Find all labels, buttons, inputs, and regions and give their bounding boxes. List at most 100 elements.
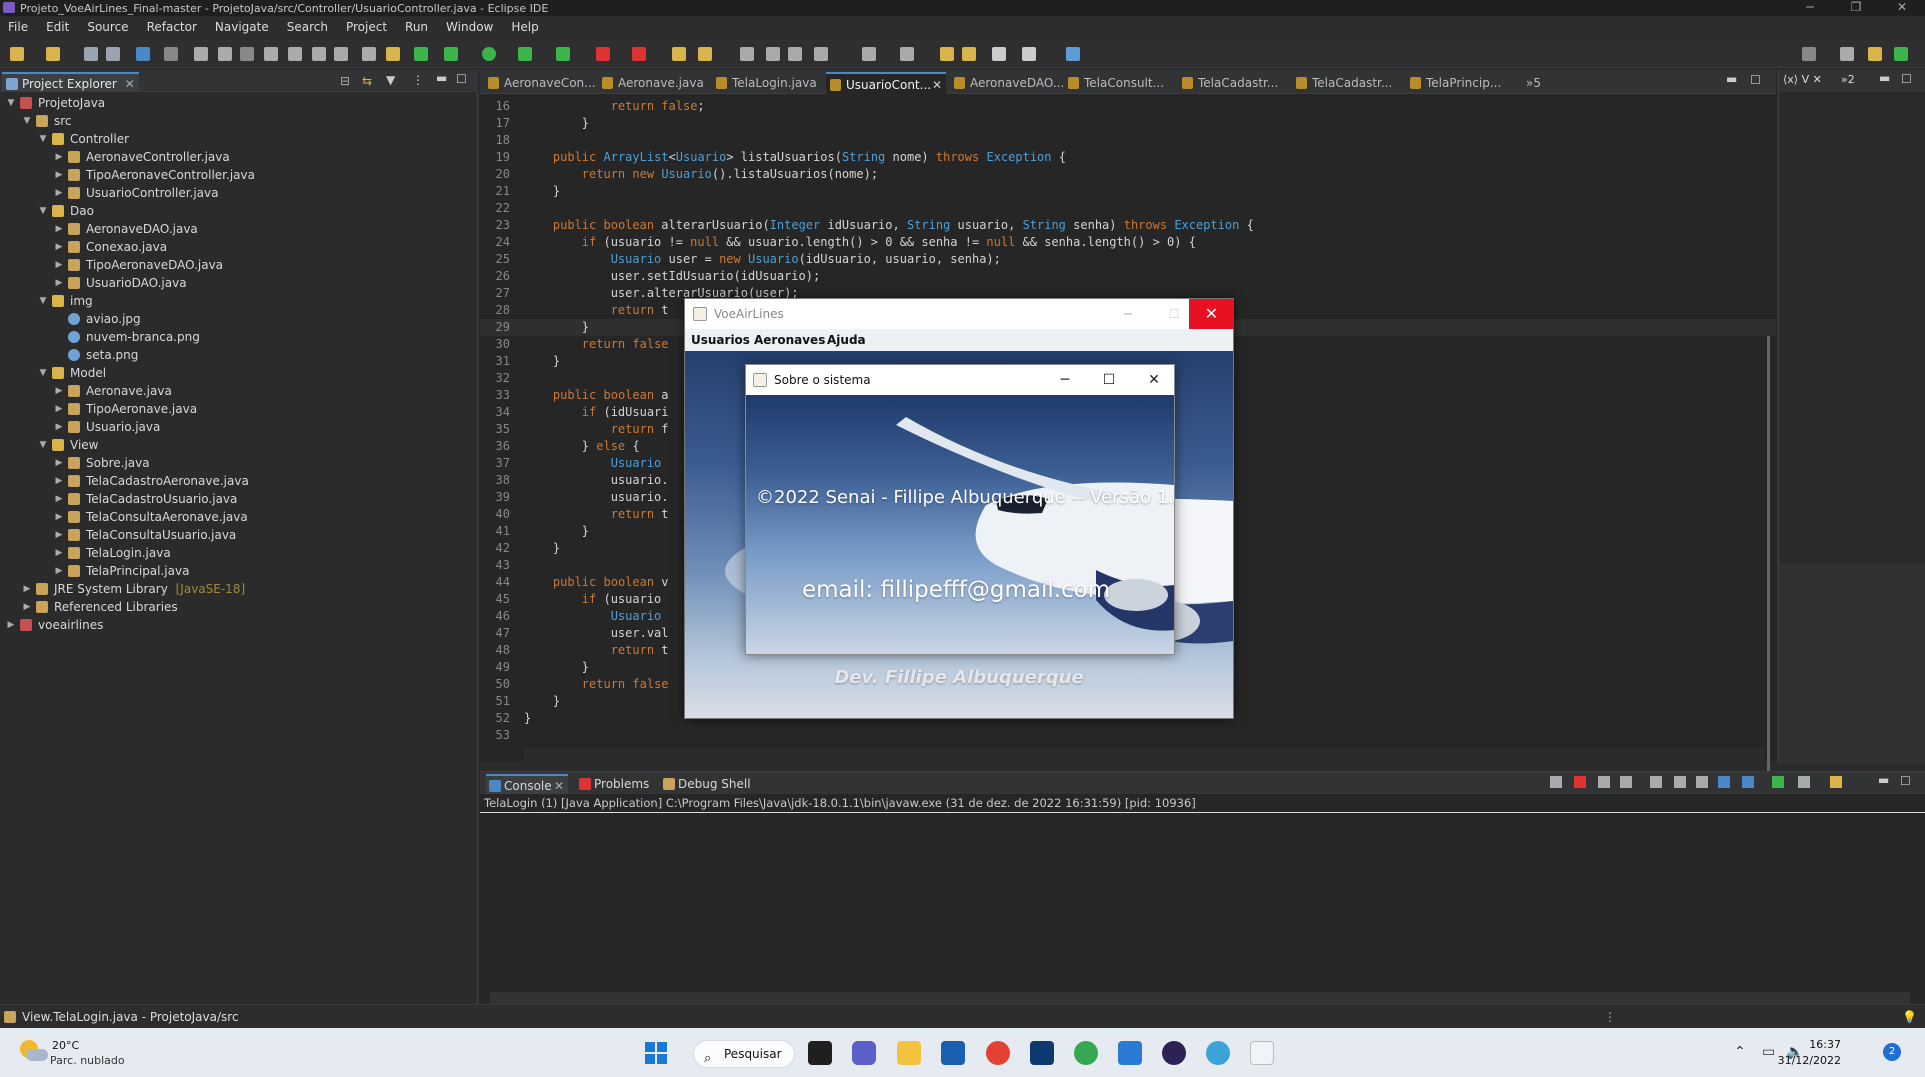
tray-chevron-icon[interactable]: ⌃: [1734, 1044, 1746, 1060]
tree-item[interactable]: ▶ JRE System Library [JavaSE-18]: [0, 580, 478, 598]
next-annotation-icon[interactable]: [862, 47, 876, 61]
minimize-view-icon[interactable]: ▬: [1879, 71, 1890, 85]
expand-arrow-icon[interactable]: ▶: [54, 562, 64, 580]
notification-badge[interactable]: 2: [1883, 1043, 1901, 1061]
tree-item[interactable]: ▶ TelaCadastroUsuario.java: [0, 490, 478, 508]
tree-item[interactable]: ▶ AeronaveDAO.java: [0, 220, 478, 238]
tree-item[interactable]: ▶ Usuario.java: [0, 418, 478, 436]
collapse-arrow-icon[interactable]: ▼: [38, 292, 48, 310]
expand-arrow-icon[interactable]: ▶: [54, 490, 64, 508]
eclipse-taskbar-icon[interactable]: [1162, 1041, 1186, 1065]
menu-search[interactable]: Search: [279, 20, 338, 34]
expand-arrow-icon[interactable]: ▶: [22, 598, 32, 616]
expand-arrow-icon[interactable]: ▶: [54, 472, 64, 490]
pilcrow-icon[interactable]: [814, 47, 828, 61]
start-button[interactable]: [645, 1042, 667, 1064]
close-icon[interactable]: ✕: [554, 776, 564, 796]
expand-arrow-icon[interactable]: ▶: [54, 400, 64, 418]
maximize-view-icon[interactable]: ☐: [1900, 774, 1911, 788]
java-perspective-icon[interactable]: [1868, 47, 1882, 61]
tab-debug-shell[interactable]: Debug Shell: [660, 774, 760, 794]
editor-tab[interactable]: TelaCadastr...: [1292, 72, 1402, 94]
editor-tab[interactable]: TelaConsult...: [1064, 72, 1174, 94]
expand-arrow-icon[interactable]: ▶: [54, 184, 64, 202]
tree-item[interactable]: ▼ View: [0, 436, 478, 454]
expand-arrow-icon[interactable]: ▶: [54, 418, 64, 436]
collapse-arrow-icon[interactable]: ▼: [38, 202, 48, 220]
scroll-lock-icon[interactable]: [1674, 776, 1686, 788]
resume-icon[interactable]: [194, 47, 208, 61]
open-task-icon[interactable]: [698, 47, 712, 61]
menu-source[interactable]: Source: [79, 20, 138, 34]
chrome-icon[interactable]: [986, 1041, 1010, 1065]
pin-console-icon[interactable]: [1550, 776, 1562, 788]
taskbar-search[interactable]: ⌕ Pesquisar: [693, 1040, 795, 1068]
display-selected-console-icon[interactable]: [1798, 776, 1810, 788]
editor-tab[interactable]: Aeronave.java: [598, 72, 708, 94]
suspend-icon[interactable]: [218, 47, 232, 61]
close-button[interactable]: ✕: [1139, 365, 1169, 395]
close-icon[interactable]: ✕: [932, 74, 942, 96]
tree-item[interactable]: ▼ Dao: [0, 202, 478, 220]
menu-usuarios[interactable]: Usuarios: [691, 329, 750, 351]
scrollbar-thumb[interactable]: [1767, 336, 1770, 806]
notepad-icon[interactable]: [1118, 1041, 1142, 1065]
minimize-view-icon[interactable]: ▬: [1878, 773, 1889, 787]
tree-item[interactable]: ▶ Sobre.java: [0, 454, 478, 472]
expand-arrow-icon[interactable]: ▶: [54, 454, 64, 472]
maximize-view-icon[interactable]: ☐: [1750, 73, 1761, 87]
editor-tab[interactable]: TelaCadastr...: [1178, 72, 1288, 94]
tree-item[interactable]: ▶ TelaLogin.java: [0, 544, 478, 562]
tree-item[interactable]: ▼ src: [0, 112, 478, 130]
clear-console-icon[interactable]: [1650, 776, 1662, 788]
editor-tab[interactable]: UsuarioCont... ✕: [826, 72, 946, 94]
menu-ajuda[interactable]: Ajuda: [827, 329, 866, 351]
menu-project[interactable]: Project: [338, 20, 397, 34]
collapse-arrow-icon[interactable]: ▼: [22, 112, 32, 130]
tab-problems[interactable]: Problems: [576, 774, 656, 794]
tree-item[interactable]: seta.png: [0, 346, 478, 364]
open-type-icon[interactable]: [672, 47, 686, 61]
tree-item[interactable]: ▶ TelaConsultaUsuario.java: [0, 526, 478, 544]
close-button[interactable]: ✕: [1189, 299, 1234, 329]
collapse-arrow-icon[interactable]: ▼: [38, 130, 48, 148]
java-app-icon[interactable]: [1250, 1041, 1274, 1065]
open-icon[interactable]: [46, 47, 60, 61]
tree-item[interactable]: ▶ TipoAeronaveDAO.java: [0, 256, 478, 274]
expand-arrow-icon[interactable]: ▶: [54, 274, 64, 292]
status-menu-icon[interactable]: ⋮: [1604, 1005, 1616, 1029]
tree-item[interactable]: ▶ voeairlines: [0, 616, 478, 634]
minimize-button[interactable]: ─: [1113, 299, 1143, 329]
tree-item[interactable]: ▶ TelaPrincipal.java: [0, 562, 478, 580]
tree-item[interactable]: ▶ TipoAeronaveController.java: [0, 166, 478, 184]
external-tools-icon[interactable]: [556, 47, 570, 61]
new-console-icon[interactable]: [1830, 776, 1842, 788]
store-icon[interactable]: [941, 1041, 965, 1065]
tab-console[interactable]: Console ✕: [486, 774, 568, 794]
chrome-profile-icon[interactable]: [1074, 1041, 1098, 1065]
forward-arrow-icon[interactable]: [1022, 47, 1036, 61]
menu-aeronaves[interactable]: Aeronaves: [754, 329, 825, 351]
expand-arrow-icon[interactable]: ▶: [54, 238, 64, 256]
tree-item[interactable]: ▼ Controller: [0, 130, 478, 148]
editor-vertical-scrollbar[interactable]: [1764, 100, 1772, 806]
back-arrow-icon[interactable]: [992, 47, 1006, 61]
new-icon[interactable]: [10, 47, 24, 61]
new-java-class-icon[interactable]: [632, 47, 646, 61]
menu-help[interactable]: Help: [503, 20, 548, 34]
terminate-icon[interactable]: [240, 47, 254, 61]
step-over-icon[interactable]: [312, 47, 326, 61]
menu-file[interactable]: File: [0, 20, 38, 34]
collapse-arrow-icon[interactable]: ▼: [38, 364, 48, 382]
more-views-icon[interactable]: »2: [1841, 73, 1855, 86]
tree-item[interactable]: ▶ Aeronave.java: [0, 382, 478, 400]
tree-item[interactable]: ▶ TelaConsultaAeronave.java: [0, 508, 478, 526]
expand-arrow-icon[interactable]: ▶: [54, 256, 64, 274]
tree-item[interactable]: ▼ Model: [0, 364, 478, 382]
menu-edit[interactable]: Edit: [38, 20, 79, 34]
expand-arrow-icon[interactable]: ▶: [54, 220, 64, 238]
minimize-button[interactable]: ─: [1050, 365, 1080, 395]
collapse-arrow-icon[interactable]: ▼: [38, 436, 48, 454]
maximize-button[interactable]: ☐: [1159, 299, 1189, 329]
clock[interactable]: 16:37 31/12/2022: [1778, 1037, 1841, 1069]
